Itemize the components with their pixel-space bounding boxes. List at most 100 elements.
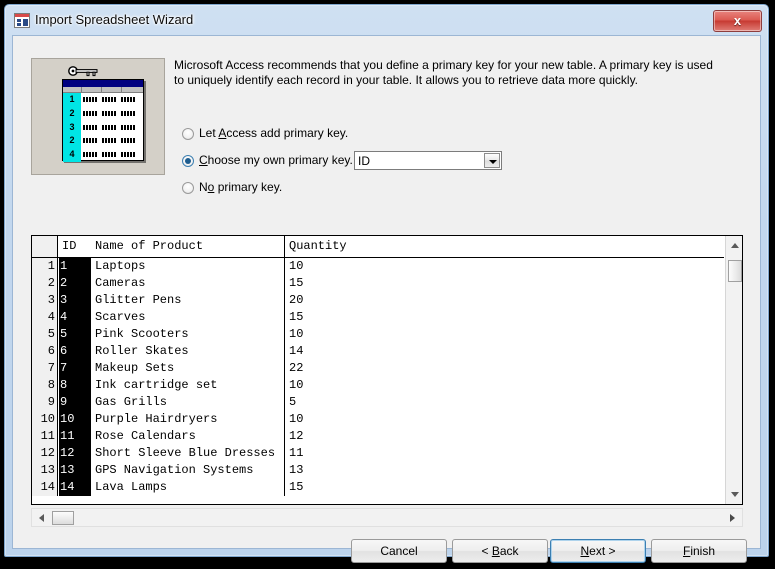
row-number-cell[interactable]: 14 [32, 479, 58, 496]
table-row[interactable]: 8 8 Ink cartridge set 10 [32, 377, 724, 394]
back-button[interactable]: < Back [452, 539, 548, 563]
column-divider[interactable] [284, 292, 285, 309]
cell-name-of-product[interactable]: Short Sleeve Blue Dresses [91, 445, 284, 462]
cell-name-of-product[interactable]: Makeup Sets [91, 360, 284, 377]
cell-id[interactable]: 8 [59, 377, 91, 394]
row-number-cell[interactable]: 4 [32, 309, 58, 326]
radio-label[interactable]: Choose my own primary key. [199, 153, 353, 167]
cell-quantity[interactable]: 22 [287, 360, 724, 377]
column-header-quantity[interactable]: Quantity [287, 236, 724, 257]
cell-quantity[interactable]: 20 [287, 292, 724, 309]
cell-quantity[interactable]: 10 [287, 258, 724, 275]
table-row[interactable]: 13 13 GPS Navigation Systems 13 [32, 462, 724, 479]
cell-quantity[interactable]: 15 [287, 479, 724, 496]
column-header-name-of-product[interactable]: Name of Product [91, 236, 284, 257]
cell-id[interactable]: 1 [59, 258, 91, 275]
column-divider[interactable] [284, 309, 285, 326]
cell-quantity[interactable]: 15 [287, 275, 724, 292]
column-divider[interactable] [284, 479, 285, 496]
cell-name-of-product[interactable]: Rose Calendars [91, 428, 284, 445]
radio-option-let-access-add-primary-key[interactable]: Let Access add primary key. [182, 125, 722, 152]
row-number-cell[interactable]: 9 [32, 394, 58, 411]
cell-name-of-product[interactable]: Glitter Pens [91, 292, 284, 309]
chevron-down-icon[interactable] [484, 153, 500, 168]
cell-quantity[interactable]: 14 [287, 343, 724, 360]
row-number-cell[interactable]: 10 [32, 411, 58, 428]
cell-quantity[interactable]: 10 [287, 326, 724, 343]
close-button[interactable]: x [713, 10, 762, 32]
column-divider[interactable] [284, 411, 285, 428]
column-divider[interactable] [284, 360, 285, 377]
table-row[interactable]: 3 3 Glitter Pens 20 [32, 292, 724, 309]
cancel-button[interactable]: Cancel [351, 539, 447, 563]
radio-label[interactable]: No primary key. [199, 180, 282, 194]
cell-quantity[interactable]: 10 [287, 377, 724, 394]
cell-quantity[interactable]: 12 [287, 428, 724, 445]
row-number-cell[interactable]: 2 [32, 275, 58, 292]
cell-id[interactable]: 13 [59, 462, 91, 479]
row-number-cell[interactable]: 8 [32, 377, 58, 394]
title-bar[interactable]: Import Spreadsheet Wizard x [5, 5, 768, 35]
scroll-up-arrow-icon[interactable] [726, 237, 743, 254]
table-row[interactable]: 11 11 Rose Calendars 12 [32, 428, 724, 445]
cell-quantity[interactable]: 11 [287, 445, 724, 462]
cell-id[interactable]: 5 [59, 326, 91, 343]
table-row[interactable]: 1 1 Laptops 10 [32, 258, 724, 275]
radio-indicator[interactable] [182, 155, 194, 167]
radio-indicator[interactable] [182, 182, 194, 194]
cell-id[interactable]: 9 [59, 394, 91, 411]
cell-id[interactable]: 14 [59, 479, 91, 496]
horizontal-scrollbar-thumb[interactable] [52, 511, 74, 525]
cell-name-of-product[interactable]: Lava Lamps [91, 479, 284, 496]
horizontal-scrollbar[interactable] [31, 508, 743, 527]
cell-id[interactable]: 4 [59, 309, 91, 326]
column-header-id[interactable]: ID [59, 236, 91, 257]
table-row[interactable]: 9 9 Gas Grills 5 [32, 394, 724, 411]
cell-id[interactable]: 6 [59, 343, 91, 360]
vertical-scrollbar[interactable] [725, 236, 742, 504]
table-row[interactable]: 12 12 Short Sleeve Blue Dresses 11 [32, 445, 724, 462]
next-button[interactable]: Next > [550, 539, 646, 563]
cell-quantity[interactable]: 10 [287, 411, 724, 428]
cell-name-of-product[interactable]: Cameras [91, 275, 284, 292]
scroll-left-arrow-icon[interactable] [33, 509, 50, 526]
cell-name-of-product[interactable]: Laptops [91, 258, 284, 275]
primary-key-field-combobox[interactable]: ID [354, 151, 502, 170]
row-number-cell[interactable]: 5 [32, 326, 58, 343]
finish-button[interactable]: Finish [651, 539, 747, 563]
cell-name-of-product[interactable]: Scarves [91, 309, 284, 326]
radio-option-choose-my-own-primary-key[interactable]: Choose my own primary key. ID [182, 151, 722, 179]
row-number-cell[interactable]: 7 [32, 360, 58, 377]
cell-id[interactable]: 12 [59, 445, 91, 462]
cell-name-of-product[interactable]: GPS Navigation Systems [91, 462, 284, 479]
column-divider[interactable] [284, 377, 285, 394]
column-divider[interactable] [284, 428, 285, 445]
cell-id[interactable]: 3 [59, 292, 91, 309]
column-divider[interactable] [284, 236, 285, 257]
cell-name-of-product[interactable]: Pink Scooters [91, 326, 284, 343]
column-divider[interactable] [284, 275, 285, 292]
radio-label[interactable]: Let Access add primary key. [199, 126, 348, 140]
table-row[interactable]: 6 6 Roller Skates 14 [32, 343, 724, 360]
column-divider[interactable] [284, 258, 285, 275]
cell-quantity[interactable]: 15 [287, 309, 724, 326]
scroll-right-arrow-icon[interactable] [724, 509, 741, 526]
column-divider[interactable] [284, 326, 285, 343]
vertical-scrollbar-thumb[interactable] [728, 260, 742, 282]
table-row[interactable]: 7 7 Makeup Sets 22 [32, 360, 724, 377]
cell-id[interactable]: 7 [59, 360, 91, 377]
row-number-cell[interactable]: 6 [32, 343, 58, 360]
row-number-cell[interactable]: 11 [32, 428, 58, 445]
column-divider[interactable] [284, 394, 285, 411]
radio-option-no-primary-key[interactable]: No primary key. [182, 179, 722, 206]
table-row[interactable]: 14 14 Lava Lamps 15 [32, 479, 724, 496]
cell-quantity[interactable]: 5 [287, 394, 724, 411]
row-number-cell[interactable]: 3 [32, 292, 58, 309]
table-row[interactable]: 4 4 Scarves 15 [32, 309, 724, 326]
row-number-cell[interactable]: 13 [32, 462, 58, 479]
cell-id[interactable]: 11 [59, 428, 91, 445]
cell-name-of-product[interactable]: Ink cartridge set [91, 377, 284, 394]
column-divider[interactable] [284, 445, 285, 462]
row-number-cell[interactable]: 1 [32, 258, 58, 275]
cell-name-of-product[interactable]: Purple Hairdryers [91, 411, 284, 428]
